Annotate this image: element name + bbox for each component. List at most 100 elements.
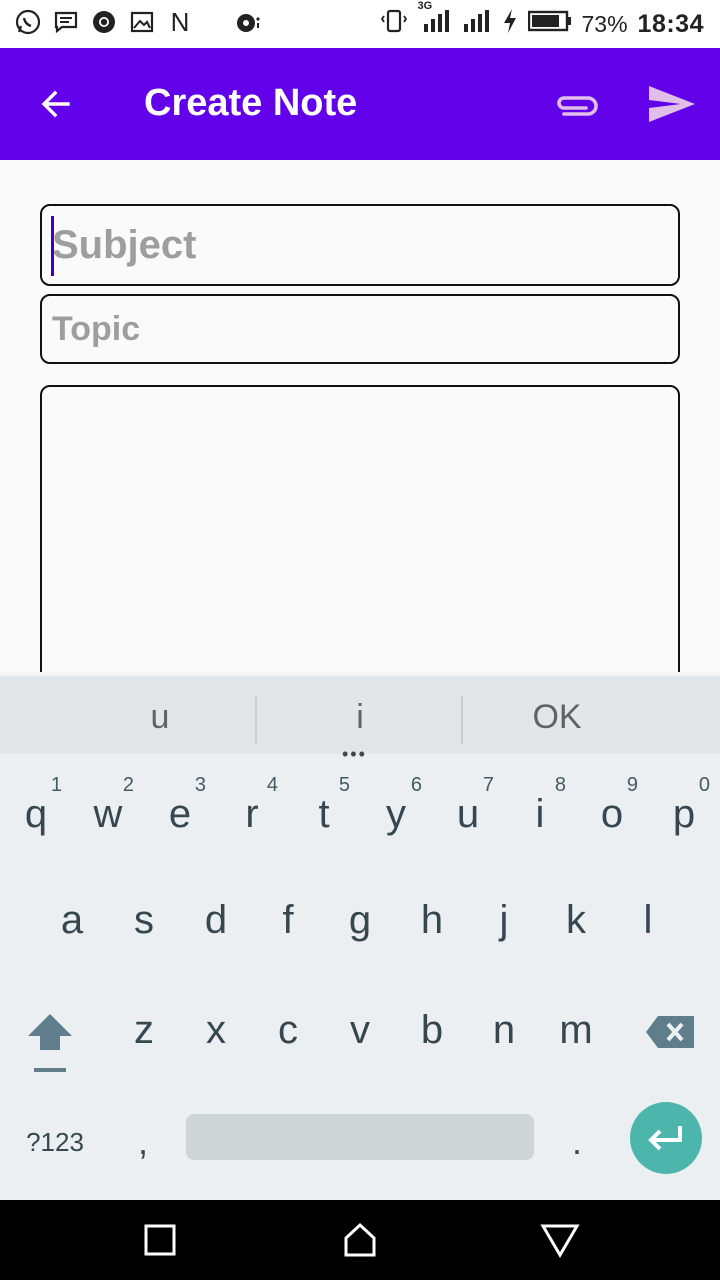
whatsapp-icon [14,8,42,36]
page-title: Create Note [144,82,358,124]
key-hint: 1 [50,774,62,796]
music-icon [234,8,262,36]
key-g[interactable]: g [324,870,396,970]
status-bar: N 3G 73% 18:34 [0,0,720,48]
key-hint: 8 [554,774,566,796]
clock: 18:34 [637,9,704,38]
signal-3g-icon: 3G [418,0,452,41]
key-e[interactable]: e3 [144,760,216,860]
key-hint: 4 [266,774,278,796]
key-y[interactable]: y6 [360,760,432,860]
key-h[interactable]: h [396,870,468,970]
send-icon [649,86,695,122]
n-icon: N [170,6,190,37]
key-q[interactable]: q1 [0,760,72,860]
key-x[interactable]: x [180,980,252,1080]
topic-input[interactable] [42,296,678,362]
back-icon [540,1224,580,1258]
note-body-input[interactable] [42,387,678,683]
key-hint: 2 [122,774,134,796]
key-v[interactable]: v [324,980,396,1080]
soft-keyboard: u i OK ••• ?123 , . q1w2e3r4t5y6u7i8o9p0… [0,672,720,1200]
key-w[interactable]: w2 [72,760,144,860]
back-nav-button[interactable] [538,1218,582,1262]
key-label: y [386,791,406,836]
back-button[interactable] [28,76,84,132]
navigation-bar [0,1200,720,1280]
suggestion-3[interactable]: OK [462,676,652,758]
key-hint: 6 [410,774,422,796]
paperclip-icon [557,96,598,116]
key-u[interactable]: u7 [432,760,504,860]
vibrate-icon [380,7,408,42]
recent-apps-icon [144,1224,176,1256]
key-j[interactable]: j [468,870,540,970]
attach-button[interactable] [548,78,604,134]
key-hint: 9 [626,774,638,796]
key-i[interactable]: i8 [504,760,576,860]
backspace-key[interactable] [636,1002,704,1062]
key-a[interactable]: a [36,870,108,970]
enter-key[interactable] [630,1102,702,1174]
key-t[interactable]: t5 [288,760,360,860]
space-key[interactable] [186,1114,534,1160]
battery-icon [527,9,572,40]
key-m[interactable]: m [540,980,612,1080]
key-hint: 5 [338,774,350,796]
message-icon [52,8,80,36]
key-hint: 7 [482,774,494,796]
symbols-key[interactable]: ?123 [10,1112,100,1172]
key-r[interactable]: r4 [216,760,288,860]
subject-input[interactable] [42,206,678,284]
shift-key[interactable] [20,1002,80,1082]
signal-icon [462,8,492,41]
text-cursor [51,216,54,276]
suggestion-1[interactable]: u [60,676,260,758]
app-bar: Create Note [0,48,720,160]
key-c[interactable]: c [252,980,324,1080]
key-p[interactable]: p0 [648,760,720,860]
key-label: u [456,791,480,836]
battery-percent: 73% [581,10,628,37]
key-d[interactable]: d [180,870,252,970]
topic-field-container [40,294,680,364]
arrow-back-icon [41,90,70,118]
key-label: q [24,791,48,836]
charging-icon [502,8,518,41]
key-label: w [93,791,123,836]
period-key[interactable]: . [552,1112,602,1172]
key-label: r [245,791,259,836]
comma-key[interactable]: , [118,1112,168,1172]
recent-apps-button[interactable] [138,1218,182,1262]
home-icon [344,1222,376,1257]
key-label: e [168,791,192,836]
backspace-icon [646,1016,694,1048]
key-z[interactable]: z [108,980,180,1080]
system-status: 3G 73% 18:34 [380,0,705,48]
gallery-icon [128,8,156,36]
key-label: t [318,791,330,836]
key-label: o [600,791,624,836]
key-label: i [535,791,545,836]
key-n[interactable]: n [468,980,540,1080]
key-label: p [672,791,696,836]
key-hint: 0 [698,774,710,796]
key-l[interactable]: l [612,870,684,970]
shift-icon [28,1014,72,1072]
suggestion-divider [255,696,257,744]
key-b[interactable]: b [396,980,468,1080]
note-body-container [40,385,680,685]
key-k[interactable]: k [540,870,612,970]
notification-icons: N [14,6,262,37]
key-s[interactable]: s [108,870,180,970]
key-f[interactable]: f [252,870,324,970]
home-button[interactable] [338,1218,382,1262]
key-hint: 3 [194,774,206,796]
suggestion-strip: u i OK ••• [0,672,720,764]
send-button[interactable] [644,76,700,132]
network-label: 3G [417,0,433,12]
subject-field-container [40,204,680,286]
key-o[interactable]: o9 [576,760,648,860]
chrome-icon [90,8,118,36]
enter-icon [648,1126,682,1151]
